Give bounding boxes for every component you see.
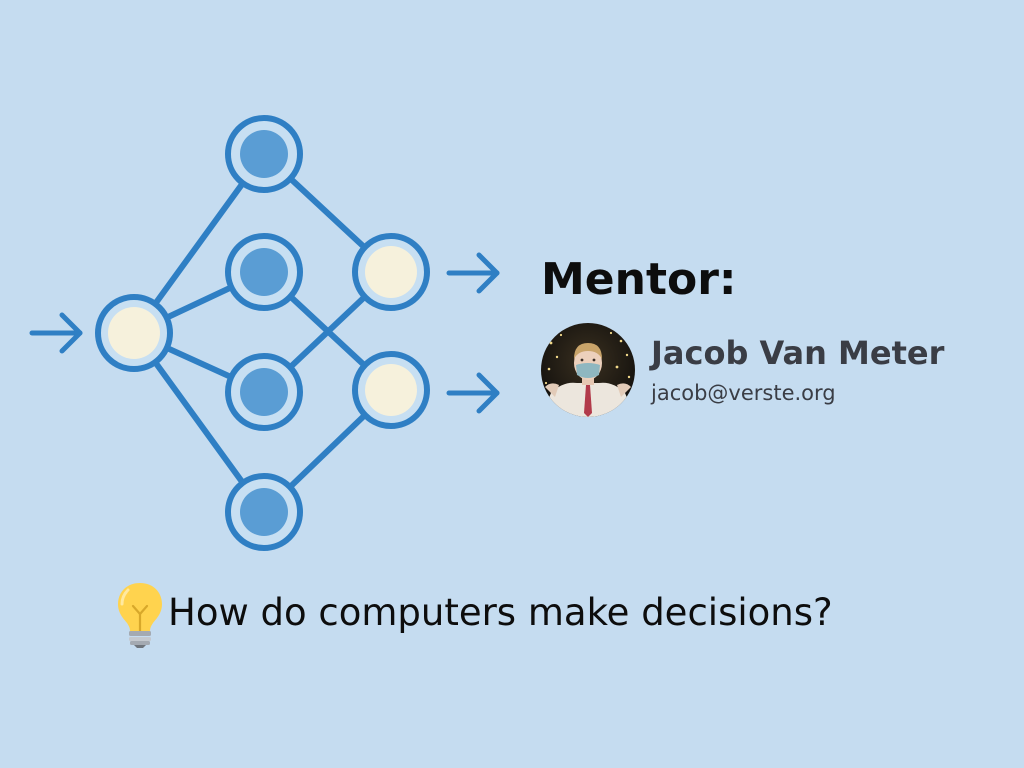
hidden-node: [225, 353, 303, 431]
mentor-name: Jacob Van Meter: [651, 334, 945, 372]
hidden-node: [225, 473, 303, 551]
input-node: [95, 294, 173, 372]
output-arrow-icon: [446, 252, 500, 294]
lightbulb-icon: [118, 583, 162, 648]
neural-network-icon: [29, 115, 500, 551]
output-node: [352, 233, 430, 311]
hidden-node: [225, 233, 303, 311]
mentor-heading: Mentor:: [541, 254, 737, 305]
avatar: [541, 323, 635, 417]
input-arrow-icon: [29, 312, 83, 354]
output-arrow-icon: [446, 372, 500, 414]
hidden-node: [225, 115, 303, 193]
output-node: [352, 351, 430, 429]
question-text: How do computers make decisions?: [168, 590, 833, 634]
question-row: How do computers make decisions?: [114, 580, 833, 648]
mentor-email[interactable]: jacob@verste.org: [651, 381, 836, 405]
